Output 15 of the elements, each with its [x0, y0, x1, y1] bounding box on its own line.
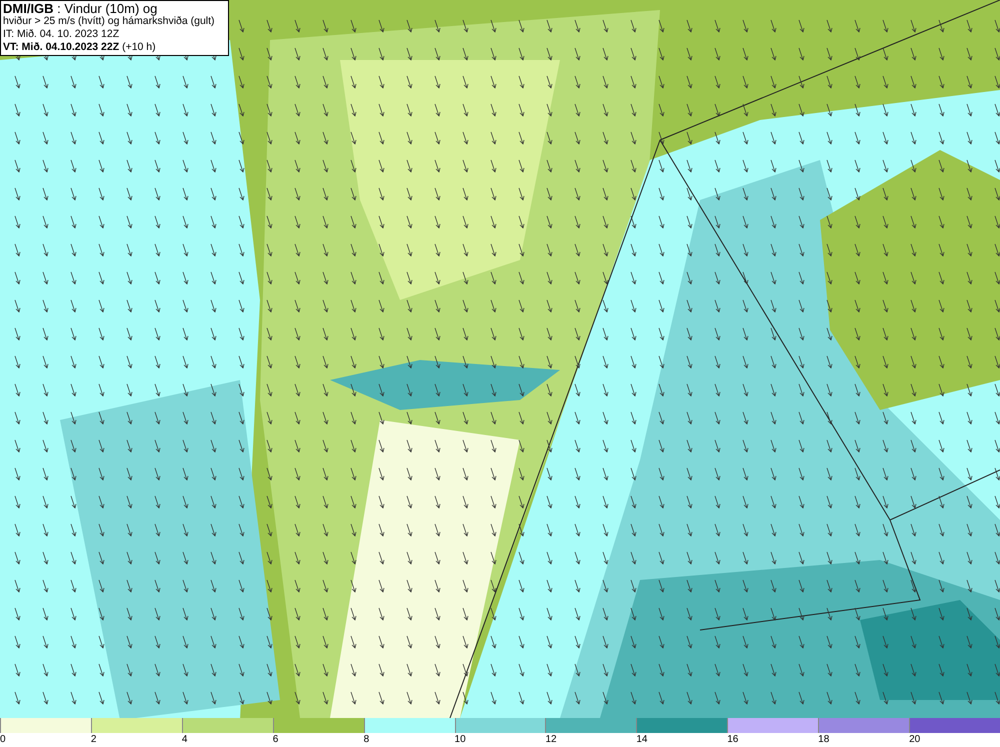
- header-text: DMI/IGB : Vindur (10m) og: [3, 2, 158, 15]
- legend-label: 2: [90, 733, 96, 747]
- legend-label: 0: [0, 733, 6, 747]
- legend-label: 12: [545, 733, 557, 747]
- legend-label: 16: [727, 733, 738, 747]
- legend-label: 18: [818, 733, 830, 747]
- header-text: VT: Mið. 04.10.2023 22Z (+10 h): [3, 41, 157, 54]
- legend-label: 8: [364, 733, 370, 747]
- header-text: IT: Mið. 04. 10. 2023 12Z: [3, 28, 120, 41]
- legend-label: 20: [909, 733, 920, 747]
- header-text: hviður > 25 m/s (hvítt) og hámarkshviða (gult): [3, 15, 216, 28]
- legend-label: 14: [636, 733, 648, 747]
- legend-label: 4: [182, 733, 188, 747]
- legend-label: 6: [272, 733, 278, 747]
- legend-label: 10: [454, 733, 466, 747]
